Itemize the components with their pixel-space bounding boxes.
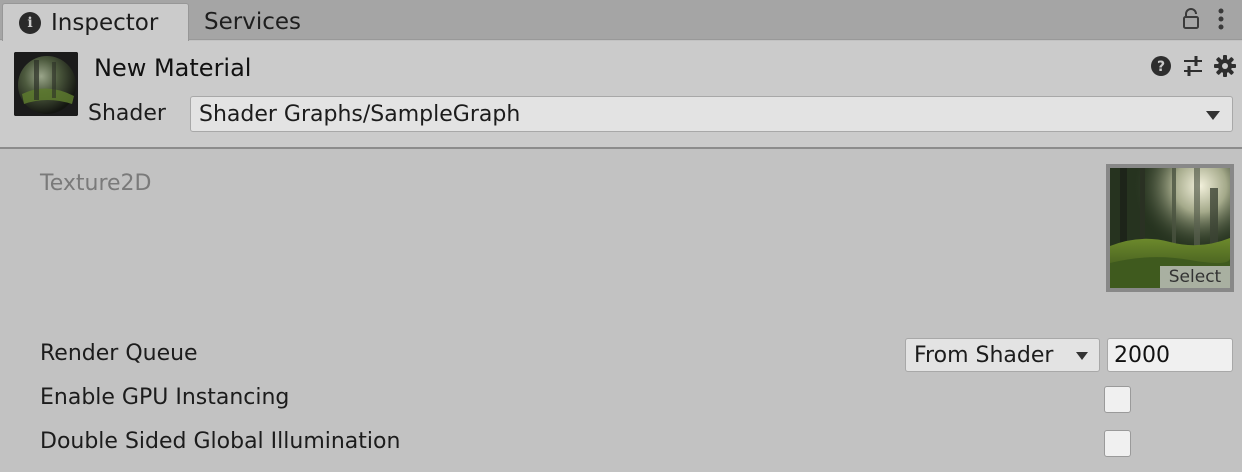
render-queue-mode-dropdown[interactable]: From Shader — [905, 338, 1100, 372]
gpu-instancing-checkbox[interactable] — [1104, 386, 1131, 413]
texture-slot[interactable]: Select — [1106, 164, 1234, 292]
header-tools: ? — [1150, 55, 1236, 81]
gpu-instancing-label: Enable GPU Instancing — [40, 385, 290, 410]
texture-select-button[interactable]: Select — [1160, 266, 1230, 288]
tab-inspector-label: Inspector — [51, 9, 159, 36]
kebab-menu-icon[interactable] — [1218, 8, 1224, 34]
render-queue-value-field[interactable]: 2000 — [1107, 338, 1233, 372]
material-preview — [14, 52, 78, 116]
material-properties: Texture2D Select Render Queue From Shade… — [0, 150, 1242, 472]
shader-dropdown[interactable]: Shader Graphs/SampleGraph — [190, 96, 1233, 132]
material-title: New Material — [94, 54, 252, 82]
tab-bar: i Inspector Services — [0, 0, 1242, 41]
double-sided-gi-label: Double Sided Global Illumination — [40, 429, 401, 454]
gear-icon[interactable] — [1214, 55, 1236, 81]
render-queue-label: Render Queue — [40, 341, 198, 366]
shader-dropdown-value: Shader Graphs/SampleGraph — [199, 101, 521, 127]
render-queue-mode-value: From Shader — [914, 342, 1054, 368]
help-icon[interactable]: ? — [1150, 55, 1172, 81]
chevron-down-icon — [1206, 111, 1220, 120]
tab-services[interactable]: Services — [191, 3, 301, 41]
lock-icon[interactable] — [1182, 8, 1200, 34]
info-circle-icon: i — [19, 11, 41, 34]
tab-services-label: Services — [204, 9, 301, 35]
chevron-down-icon — [1076, 352, 1088, 360]
sliders-icon[interactable] — [1182, 55, 1204, 81]
material-header: New Material ? Shader Shader Graphs/Samp… — [0, 41, 1242, 149]
texture-label: Texture2D — [40, 171, 152, 196]
double-sided-gi-checkbox[interactable] — [1104, 430, 1131, 457]
tabbar-tools — [1182, 8, 1224, 34]
shader-label: Shader — [88, 101, 166, 126]
tab-inspector[interactable]: i Inspector — [2, 3, 189, 41]
svg-text:?: ? — [1157, 59, 1165, 75]
